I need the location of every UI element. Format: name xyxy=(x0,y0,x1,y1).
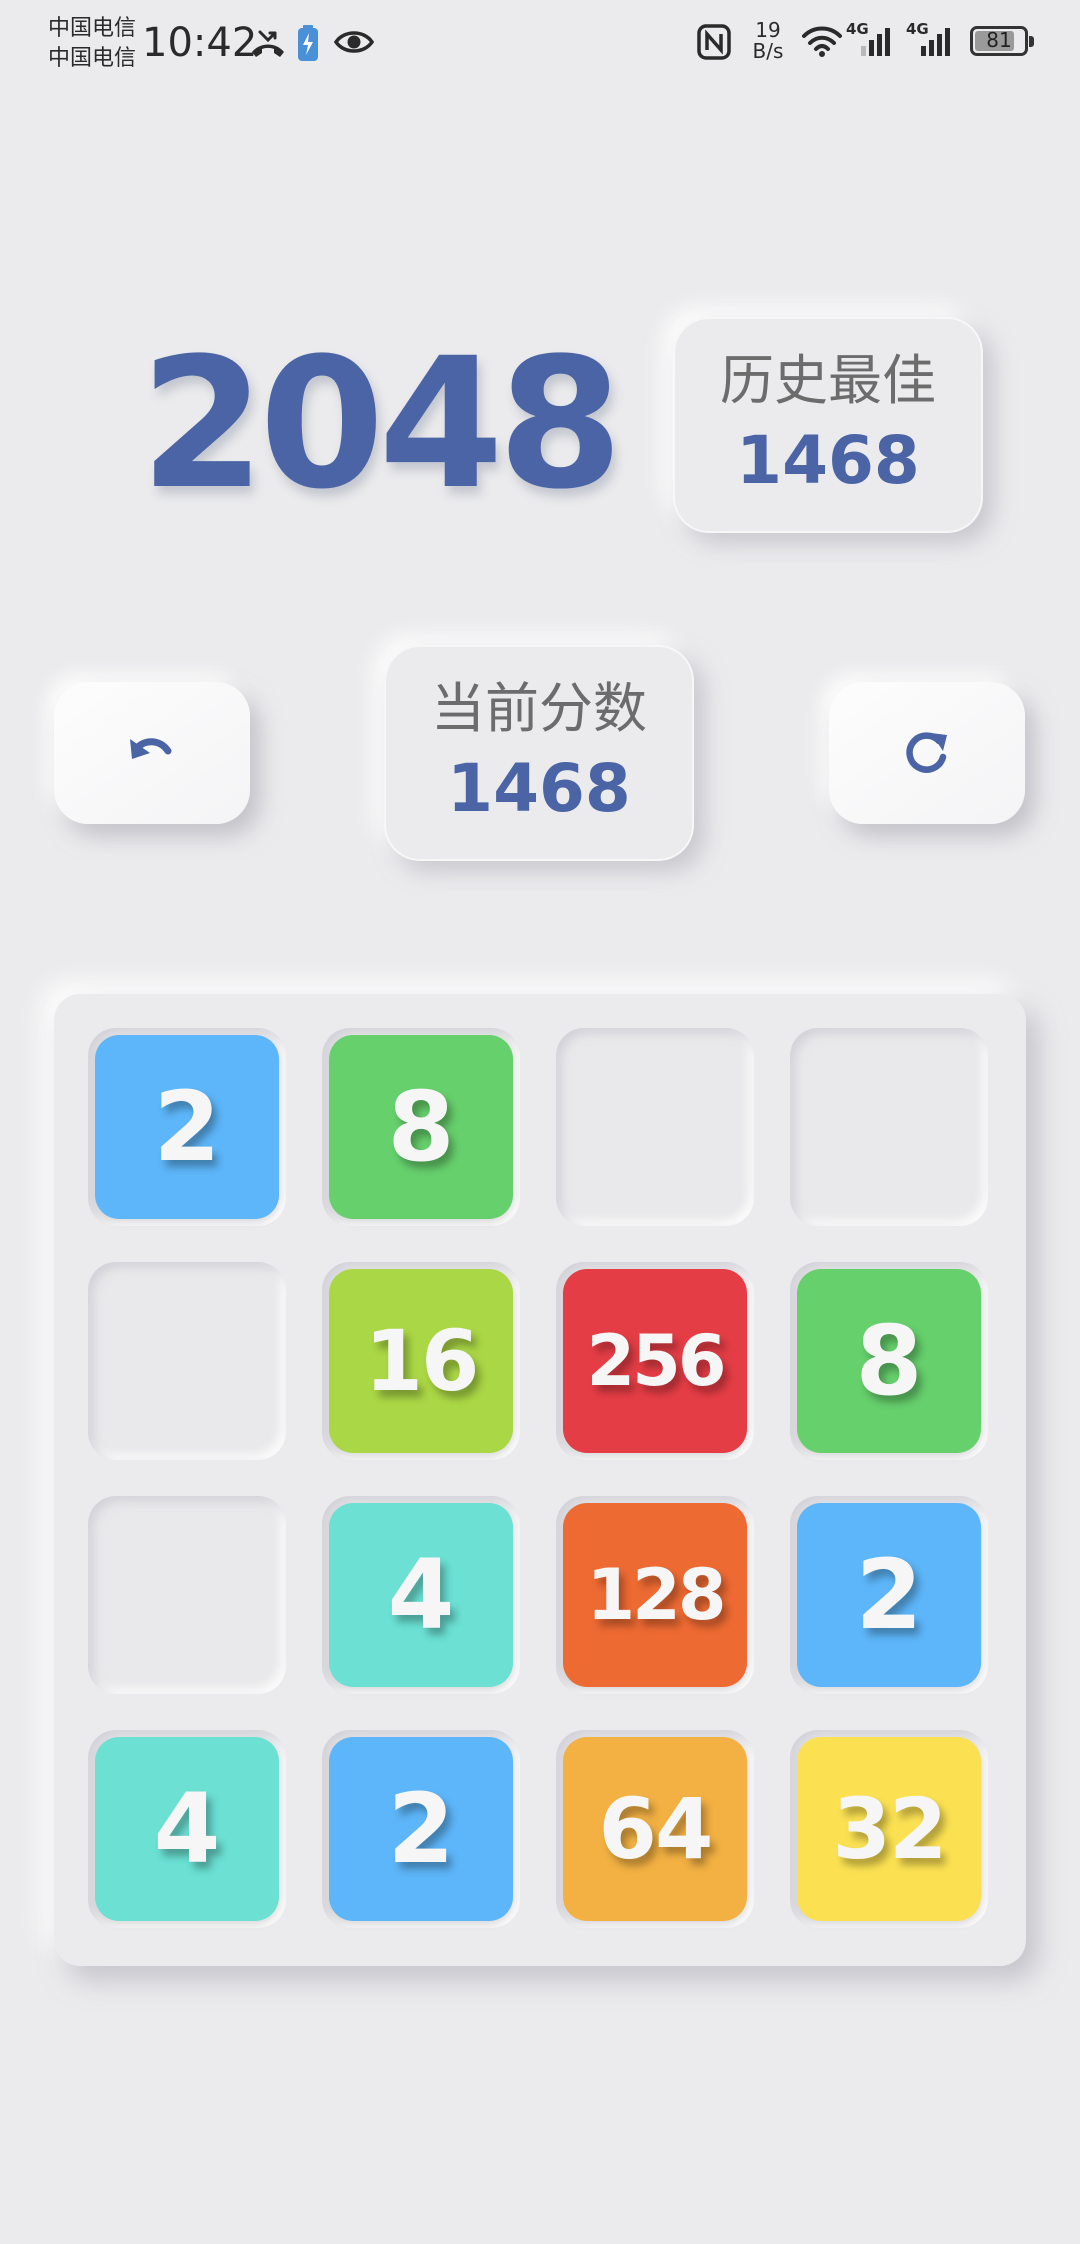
tile-128: 128 xyxy=(563,1503,747,1687)
restart-button[interactable] xyxy=(829,682,1025,824)
board-cell: 128 xyxy=(556,1496,754,1694)
board-cell: 8 xyxy=(790,1262,988,1460)
battery-icon: 81 xyxy=(970,26,1034,56)
best-score-value: 1468 xyxy=(736,422,920,499)
tile-2: 2 xyxy=(95,1035,279,1219)
board-cell: 256 xyxy=(556,1262,754,1460)
tile-256: 256 xyxy=(563,1269,747,1453)
clock: 10:42 xyxy=(142,20,258,66)
tile-8: 8 xyxy=(329,1035,513,1219)
board-cell: 16 xyxy=(322,1262,520,1460)
current-score-value: 1468 xyxy=(447,750,631,827)
board-cell: 8 xyxy=(322,1028,520,1226)
carrier-1: 中国电信 xyxy=(48,16,137,41)
wifi-icon xyxy=(802,26,842,57)
battery-level: 81 xyxy=(986,28,1012,52)
net-speed-value: 19 xyxy=(755,18,781,42)
tile-2: 2 xyxy=(797,1503,981,1687)
board-cell xyxy=(790,1028,988,1226)
best-score-box: 历史最佳 1468 xyxy=(673,317,983,533)
board-cell xyxy=(556,1028,754,1226)
board-cell: 2 xyxy=(790,1496,988,1694)
undo-button[interactable] xyxy=(54,682,250,824)
status-bar: 中国电信 中国电信 10:42 19 B/s 4G 4G 81 xyxy=(0,0,1080,86)
best-score-label: 历史最佳 xyxy=(720,349,936,412)
net-speed: 19 B/s xyxy=(748,20,788,62)
board-cell: 64 xyxy=(556,1730,754,1928)
current-score-box: 当前分数 1468 xyxy=(384,645,694,861)
signal-icon: 4G xyxy=(906,20,958,60)
tile-16: 16 xyxy=(329,1269,513,1453)
undo-icon xyxy=(130,738,172,759)
carrier-names: 中国电信 中国电信 xyxy=(48,14,136,74)
eye-icon xyxy=(334,31,374,53)
tile-4: 4 xyxy=(329,1503,513,1687)
missed-call-icon xyxy=(252,30,284,57)
restart-icon xyxy=(906,732,947,773)
tile-4: 4 xyxy=(95,1737,279,1921)
board-cell xyxy=(88,1262,286,1460)
net-speed-unit: B/s xyxy=(752,39,784,63)
signal-icon: 4G xyxy=(846,20,898,60)
board-cell xyxy=(88,1496,286,1694)
board-cell: 4 xyxy=(88,1730,286,1928)
game-screen: 中国电信 中国电信 10:42 19 B/s 4G 4G 81 2048 历史最… xyxy=(0,0,1080,2244)
game-board[interactable]: 2 8 16 256 8 4 128 2 4 2 64 32 xyxy=(54,994,1026,1966)
battery-saver-icon xyxy=(298,25,318,61)
current-score-label: 当前分数 xyxy=(431,677,647,740)
tile-64: 64 xyxy=(563,1737,747,1921)
tile-32: 32 xyxy=(797,1737,981,1921)
tile-8: 8 xyxy=(797,1269,981,1453)
board-cell: 2 xyxy=(322,1730,520,1928)
board-cell: 4 xyxy=(322,1496,520,1694)
tile-2: 2 xyxy=(329,1737,513,1921)
game-title: 2048 xyxy=(140,320,623,529)
nfc-icon xyxy=(697,24,731,60)
carrier-2: 中国电信 xyxy=(48,46,137,71)
board-cell: 32 xyxy=(790,1730,988,1928)
board-cell: 2 xyxy=(88,1028,286,1226)
